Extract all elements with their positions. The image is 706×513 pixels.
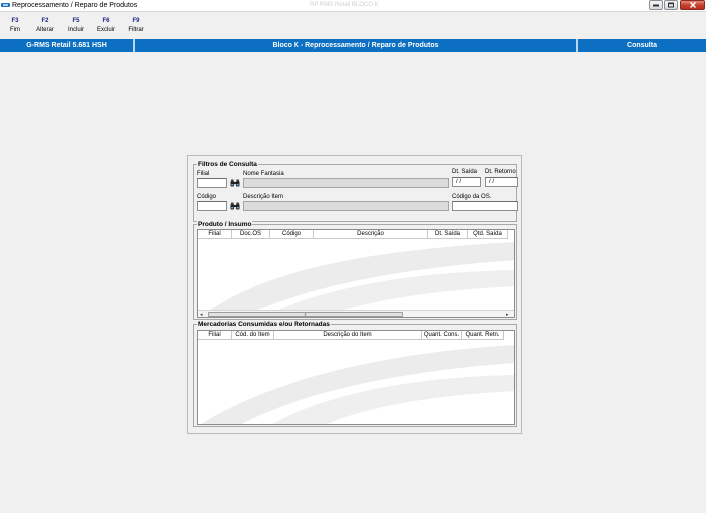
filters-group: Filtros de Consulta Filial Nome Fantasia…: [193, 161, 518, 222]
descricao-item-field: [243, 201, 449, 211]
maximize-button[interactable]: [664, 0, 678, 10]
window-title-bar: Reprocessamento / Reparo de Produtos RP …: [0, 0, 706, 12]
dt-retorno-label: Dt. Retorno: [485, 169, 516, 175]
dt-saida-input[interactable]: / /: [452, 177, 481, 187]
codigo-os-input[interactable]: [452, 201, 518, 211]
produto-insumo-header: Filial Doc.OS Código Descrição Dt. Saída…: [198, 230, 508, 239]
codigo-os-label: Código da OS.: [452, 194, 492, 200]
toolbar-label: Incluir: [67, 27, 84, 33]
function-key-toolbar: F3 Fim F2 Alterar F5 Incluir F6 Excluir …: [0, 12, 706, 39]
toolbar-key: F6: [102, 18, 110, 24]
module-title: Bloco K - Reprocessamento / Reparo de Pr…: [134, 39, 577, 52]
nome-fantasia-field: [243, 178, 449, 188]
toolbar-fim-button[interactable]: F3 Fim: [2, 17, 28, 35]
column-header[interactable]: Código: [270, 230, 314, 238]
toolbar-excluir-button[interactable]: F6 Excluir: [93, 17, 119, 35]
window-title-ghost: RP RMS Retail BLOCO K: [310, 2, 379, 8]
close-button[interactable]: [680, 0, 705, 10]
minimize-button[interactable]: [649, 0, 663, 10]
descricao-item-label: Descrição Item: [243, 194, 284, 200]
app-icon: [1, 2, 10, 8]
toolbar-filtrar-button[interactable]: F9 Filtrar: [123, 17, 149, 35]
produto-insumo-grid[interactable]: Filial Doc.OS Código Descrição Dt. Saída…: [197, 229, 515, 318]
main-form-panel: Filtros de Consulta Filial Nome Fantasia…: [187, 155, 522, 434]
codigo-search-binoculars-icon[interactable]: [230, 202, 240, 210]
column-header[interactable]: Filial: [198, 230, 232, 238]
mercadorias-header: Filial Cód. do Item Descrição do Item Qu…: [198, 331, 504, 340]
toolbar-label: Filtrar: [128, 27, 144, 33]
close-icon: [689, 2, 696, 8]
column-header[interactable]: Doc.OS: [232, 230, 270, 238]
toolbar-label: Excluir: [96, 27, 115, 33]
toolbar-key: F2: [41, 18, 49, 24]
filial-input[interactable]: [197, 178, 227, 188]
maximize-icon: [668, 2, 674, 8]
toolbar-key: F9: [132, 18, 140, 24]
mercadorias-title: Mercadorias Consumidas e/ou Retornadas: [197, 321, 331, 328]
background-watermark: [200, 242, 514, 317]
filial-search-binoculars-icon[interactable]: [230, 179, 240, 187]
scroll-right-arrow-icon[interactable]: ▸: [506, 312, 509, 317]
column-header[interactable]: Descrição do Item: [274, 331, 422, 339]
dt-saida-label: Dt. Saída: [452, 169, 478, 175]
codigo-label: Código: [197, 194, 217, 200]
horizontal-scrollbar[interactable]: ◂ ⦀ ▸: [198, 310, 514, 317]
grip-icon: ⦀: [304, 312, 307, 317]
column-header[interactable]: Qtd. Saída: [468, 230, 508, 238]
toolbar-key: F5: [72, 18, 80, 24]
mercadorias-grid[interactable]: Filial Cód. do Item Descrição do Item Qu…: [197, 330, 515, 425]
scroll-left-arrow-icon[interactable]: ◂: [200, 312, 203, 317]
codigo-input[interactable]: [197, 201, 227, 211]
column-header[interactable]: Quant. Retn.: [462, 331, 504, 339]
column-header[interactable]: Cód. do Item: [232, 331, 274, 339]
mode-label: Consulta: [577, 39, 706, 52]
toolbar-alterar-button[interactable]: F2 Alterar: [32, 17, 58, 35]
filial-label: Filial: [197, 171, 210, 177]
toolbar-label: Fim: [10, 27, 20, 33]
produto-insumo-title: Produto / Insumo: [197, 221, 253, 228]
status-bar: G-RMS Retail 5.681 HSH Bloco K - Reproce…: [0, 39, 706, 52]
background-watermark: [201, 345, 514, 424]
column-header[interactable]: Dt. Saída: [428, 230, 468, 238]
minimize-icon: [653, 4, 659, 7]
column-header[interactable]: Filial: [198, 331, 232, 339]
column-header[interactable]: Descrição: [314, 230, 428, 238]
filters-group-title: Filtros de Consulta: [197, 161, 258, 168]
produto-insumo-group: Produto / Insumo Filial Doc.OS Código De…: [193, 221, 517, 320]
toolbar-incluir-button[interactable]: F5 Incluir: [63, 17, 89, 35]
nome-fantasia-label: Nome Fantasia: [243, 171, 284, 177]
window-title: Reprocessamento / Reparo de Produtos: [12, 2, 138, 9]
dt-retorno-input[interactable]: / /: [485, 177, 518, 187]
scrollbar-thumb[interactable]: ⦀: [208, 312, 403, 317]
toolbar-key: F3: [11, 18, 19, 24]
mercadorias-group: Mercadorias Consumidas e/ou Retornadas F…: [193, 321, 517, 427]
toolbar-label: Alterar: [36, 27, 54, 33]
app-version-label: G-RMS Retail 5.681 HSH: [0, 39, 134, 52]
column-header[interactable]: Quant. Cons.: [422, 331, 462, 339]
